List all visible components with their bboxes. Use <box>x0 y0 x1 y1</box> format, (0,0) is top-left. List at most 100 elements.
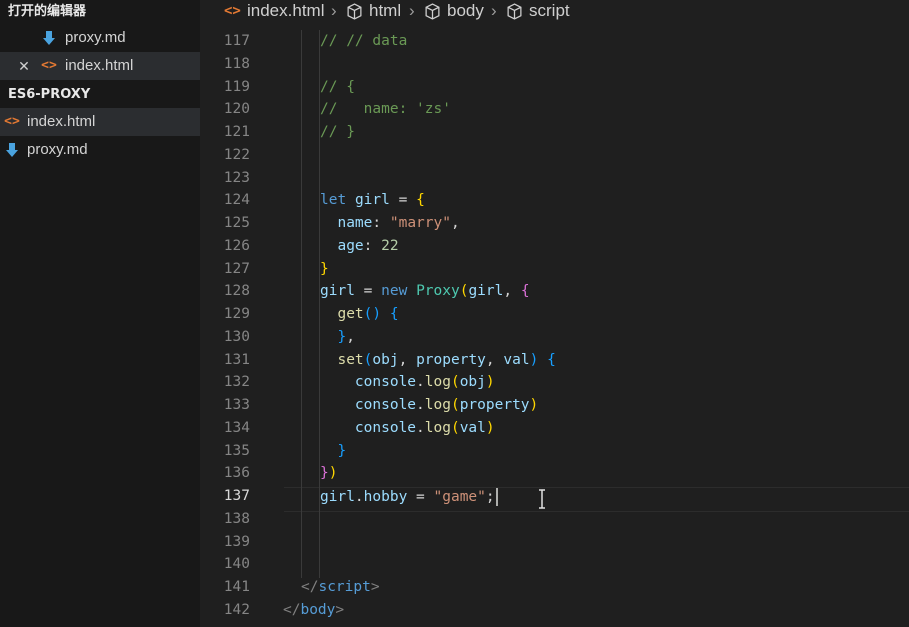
open-editors-header[interactable]: 打开的编辑器 <box>0 0 200 24</box>
code-line[interactable]: } <box>320 443 346 459</box>
breadcrumb: <> index.html › html › body › script <box>200 0 909 24</box>
file-item-index-html[interactable]: <> index.html <box>0 108 200 136</box>
code-line[interactable]: console.log(property) <box>320 397 538 413</box>
text-caret <box>495 488 498 506</box>
line-number: 135 <box>223 442 250 459</box>
breadcrumb-item-html[interactable]: html <box>369 0 401 22</box>
code-token: console <box>354 397 417 413</box>
code-token: set <box>337 351 364 368</box>
code-line[interactable]: console.log(val) <box>320 420 495 436</box>
code-token: girl <box>354 192 390 209</box>
breadcrumb-item-script[interactable]: script <box>529 0 570 22</box>
explorer-sidebar: 打开的编辑器 proxy.md ✕ <> index.html ES6-PROX… <box>0 0 200 627</box>
code-token: obj <box>459 374 486 391</box>
code-token: log <box>424 397 451 413</box>
code-line[interactable]: name: "marry", <box>320 215 459 231</box>
code-line[interactable]: } <box>320 261 329 277</box>
line-number: 137 <box>223 488 250 504</box>
line-number: 141 <box>223 579 250 595</box>
code-token: // // data <box>320 33 408 49</box>
close-icon[interactable]: ✕ <box>15 52 33 80</box>
line-number: 123 <box>223 169 250 186</box>
open-editor-item-index-html[interactable]: ✕ <> index.html <box>0 52 200 80</box>
code-token: get <box>337 306 364 322</box>
code-token: } <box>320 260 329 277</box>
markdown-icon <box>40 24 58 52</box>
code-line[interactable]: }) <box>320 465 337 481</box>
code-token: property <box>416 351 486 368</box>
code-line[interactable]: set(obj, property, val) { <box>320 351 556 368</box>
cube-icon <box>425 3 440 20</box>
chevron-right-icon: › <box>409 1 415 20</box>
line-number: 124 <box>223 192 250 209</box>
code-token: } <box>337 328 347 345</box>
code-line[interactable]: // { <box>320 79 355 95</box>
breadcrumb-file[interactable]: index.html <box>247 0 324 22</box>
code-token: ( <box>450 374 460 391</box>
code-token: girl <box>468 283 504 300</box>
line-number: 118 <box>223 55 250 72</box>
text-cursor-icon <box>539 489 545 509</box>
code-line[interactable]: </script> <box>301 579 380 595</box>
code-line[interactable]: get() { <box>320 306 399 322</box>
code-token: } <box>320 465 329 482</box>
code-token: console <box>354 419 417 436</box>
code-token: ) <box>485 419 495 436</box>
file-label: index.html <box>27 113 96 130</box>
code-token: log <box>424 374 451 391</box>
code-token: ( <box>450 419 460 436</box>
code-token: ; <box>485 489 495 505</box>
code-line[interactable]: // // data <box>320 33 407 49</box>
code-line[interactable]: console.log(obj) <box>320 374 495 390</box>
file-item-proxy-md[interactable]: proxy.md <box>0 136 200 164</box>
code-token: "marry" <box>389 215 451 231</box>
code-token: . <box>416 374 425 391</box>
code-token: ) <box>485 374 495 391</box>
line-number: 130 <box>223 328 250 345</box>
open-editor-label: index.html <box>65 57 134 74</box>
line-number: 119 <box>223 78 250 95</box>
code-token: ) <box>529 397 539 413</box>
line-number: 140 <box>223 556 250 573</box>
code-editor[interactable]: <> index.html › html › body › script 117… <box>200 0 909 627</box>
cube-icon <box>347 3 362 20</box>
code-token: . <box>416 397 425 413</box>
code-token: . <box>354 489 364 505</box>
breadcrumb-item-body[interactable]: body <box>447 0 484 22</box>
code-token: { <box>389 306 399 322</box>
line-number: 117 <box>223 33 250 49</box>
code-line[interactable]: // name: 'zs' <box>320 101 451 117</box>
line-number: 134 <box>223 419 250 436</box>
code-token: { <box>547 351 556 368</box>
code-line[interactable]: }, <box>320 328 354 345</box>
code-line[interactable]: girl = new Proxy(girl, { <box>320 283 530 299</box>
code-token: () <box>363 306 382 322</box>
code-token: girl <box>320 283 355 300</box>
code-token: = <box>407 489 434 505</box>
open-editor-item-proxy-md[interactable]: proxy.md <box>0 24 200 52</box>
code-token: script <box>318 579 371 595</box>
code-token: { <box>416 192 425 209</box>
line-number: 127 <box>223 260 250 277</box>
line-number: 126 <box>223 237 250 254</box>
code-line[interactable]: </body> <box>283 602 344 618</box>
code-line[interactable]: // } <box>320 124 355 140</box>
code-token: > <box>335 601 345 618</box>
chevron-right-icon: › <box>331 1 337 20</box>
code-token: : <box>363 237 382 254</box>
code-line[interactable]: girl.hobby = "game"; <box>320 488 498 506</box>
code-token: { <box>520 283 530 300</box>
line-number: 142 <box>223 601 250 618</box>
line-number: 122 <box>223 146 250 163</box>
code-token: obj <box>372 351 399 368</box>
folder-header[interactable]: ES6-PROXY <box>0 83 200 107</box>
code-line[interactable]: age: 22 <box>320 237 398 254</box>
code-line[interactable]: let girl = { <box>320 192 425 208</box>
